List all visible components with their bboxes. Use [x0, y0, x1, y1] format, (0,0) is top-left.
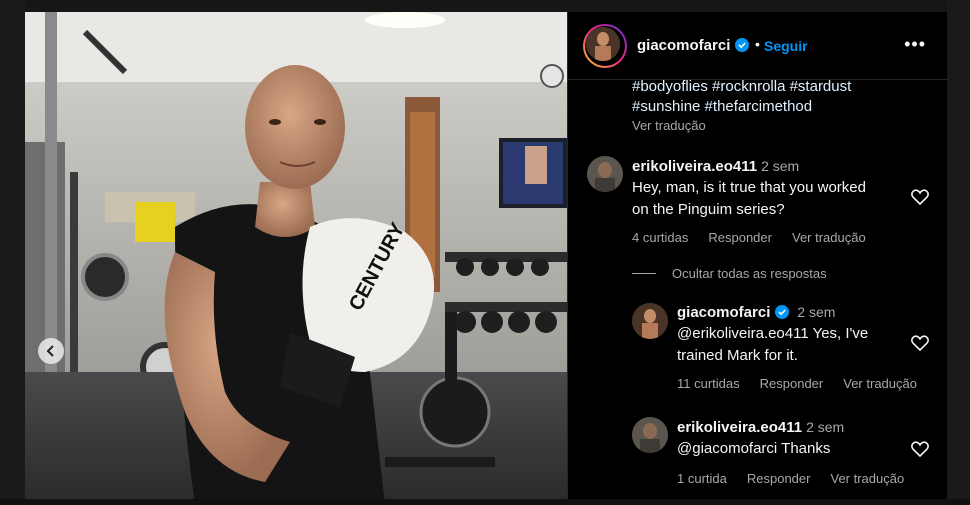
author-avatar [586, 27, 620, 61]
gym-photo-illustration: CENTURY [25, 12, 567, 505]
chevron-left-icon [46, 345, 54, 357]
author-avatar-ring[interactable] [583, 24, 627, 68]
author-username-text: giacomofarci [637, 37, 731, 54]
comment-actions: 4 curtidas Responder Ver tradução [632, 229, 886, 247]
follow-button[interactable]: Seguir [764, 38, 808, 54]
comment-likes[interactable]: 4 curtidas [632, 230, 688, 245]
left-backdrop [0, 0, 25, 505]
hide-replies-label: Ocultar todas as respostas [672, 266, 827, 281]
replies-divider-line [632, 273, 656, 274]
reply-username[interactable]: giacomofarci [677, 304, 770, 321]
verified-badge-icon [774, 305, 789, 319]
hide-replies-toggle[interactable]: Ocultar todas as respostas [632, 266, 827, 281]
reply-username[interactable]: erikoliveira.eo411 [677, 419, 802, 436]
comment-header: erikoliveira.eo411 2 sem [632, 158, 799, 176]
reply-header: giacomofarci 2 sem [677, 304, 835, 322]
comment-text-line1: Hey, man, is it true that you worked [632, 179, 866, 196]
author-username[interactable]: giacomofarci [637, 37, 749, 54]
verified-badge-icon [734, 38, 749, 52]
comment-time[interactable]: 2 sem [761, 158, 799, 174]
reply-text-line1: @erikoliveira.eo411 Yes, I've [677, 325, 869, 342]
caption-hashtags-1[interactable]: #bodyoflies #rocknrolla #stardust [632, 78, 851, 95]
reply-time[interactable]: 2 sem [797, 304, 835, 320]
comment-translate-link[interactable]: Ver tradução [792, 230, 866, 245]
reply-header: erikoliveira.eo411 2 sem [677, 419, 844, 437]
commenter-avatar [587, 156, 623, 192]
reply-actions: 11 curtidas Responder Ver tradução [677, 375, 937, 393]
comments-panel: giacomofarci • Seguir ••• #bodyoflies #r… [567, 12, 948, 505]
heart-icon[interactable] [911, 189, 929, 205]
post-header: giacomofarci • Seguir ••• [568, 12, 948, 80]
reply-avatar[interactable] [632, 417, 668, 453]
caption-translate-link[interactable]: Ver tradução [632, 118, 706, 133]
bottom-backdrop [0, 499, 970, 505]
reply-text-line1: @giacomofarci Thanks [677, 440, 831, 457]
reply-actions: 1 curtida Responder Ver tradução [677, 470, 924, 488]
reply-time[interactable]: 2 sem [806, 419, 844, 435]
comment-text-line2: on the Pinguim series? [632, 201, 785, 218]
comment-reply-button[interactable]: Responder [708, 230, 772, 245]
heart-icon[interactable] [911, 335, 929, 351]
caption-hashtags-2[interactable]: #sunshine #thefarcimethod [632, 98, 812, 115]
reply-reply-button[interactable]: Responder [760, 376, 824, 391]
reply-likes[interactable]: 1 curtida [677, 471, 727, 486]
right-backdrop [947, 0, 970, 505]
carousel-prev-button[interactable] [38, 338, 64, 364]
post-photo[interactable]: CENTURY [25, 12, 567, 505]
comment-avatar[interactable] [587, 156, 623, 192]
reply-avatar[interactable] [632, 303, 668, 339]
separator-dot: • [755, 36, 760, 52]
top-backdrop [0, 0, 970, 12]
reply-translate-link[interactable]: Ver tradução [843, 376, 917, 391]
comment-username[interactable]: erikoliveira.eo411 [632, 158, 757, 175]
reply-author-avatar [632, 417, 668, 453]
reply-translate-link[interactable]: Ver tradução [830, 471, 904, 486]
reply-text-line2: trained Mark for it. [677, 347, 798, 364]
reply-likes[interactable]: 11 curtidas [677, 376, 740, 391]
reply-reply-button[interactable]: Responder [747, 471, 811, 486]
more-options-icon[interactable]: ••• [904, 34, 926, 55]
heart-icon[interactable] [911, 441, 929, 457]
reply-author-avatar [632, 303, 668, 339]
